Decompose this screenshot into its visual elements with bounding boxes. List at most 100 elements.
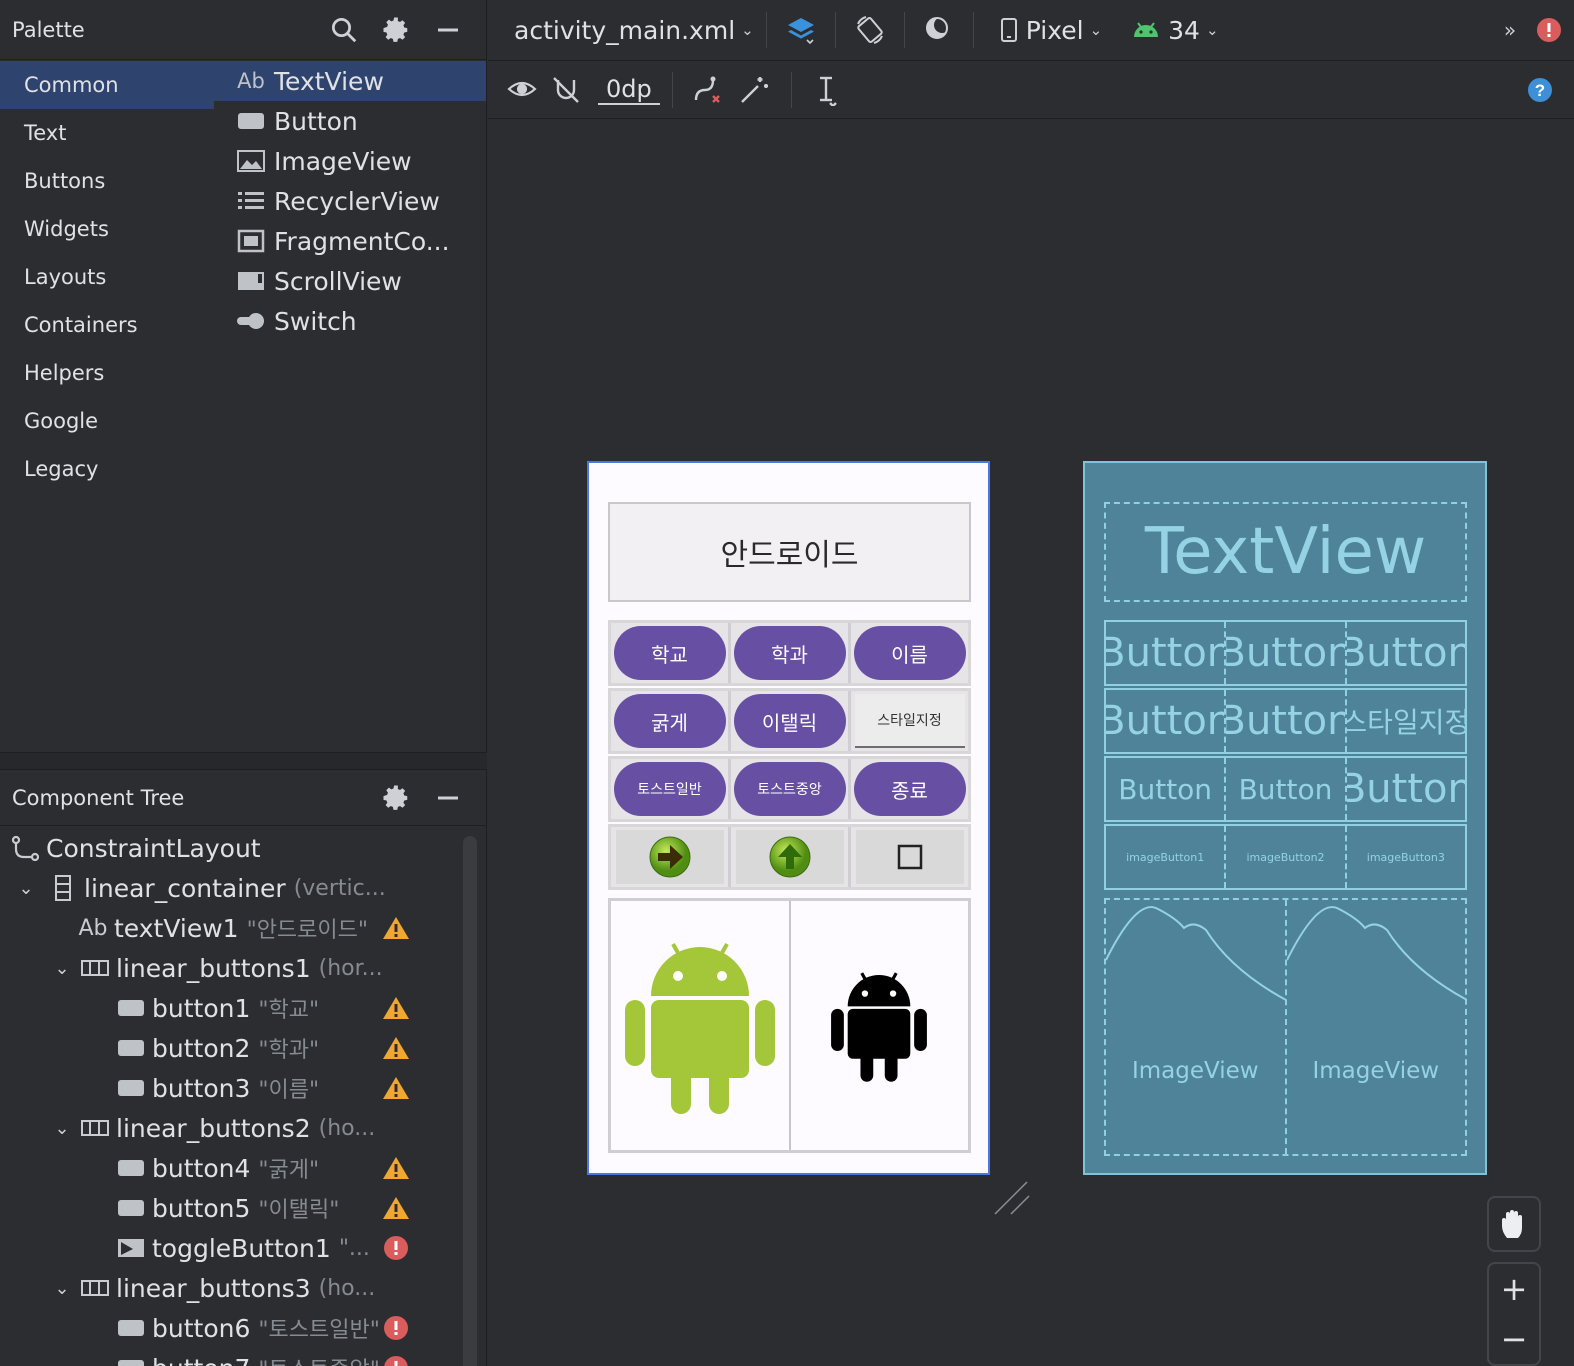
night-mode-icon[interactable] [917,10,961,50]
layers-icon[interactable] [779,10,823,50]
minimize-icon[interactable] [422,10,474,50]
pan-hand-button[interactable] [1487,1196,1541,1252]
clear-constraints-icon[interactable] [685,70,729,110]
button4-blueprint[interactable]: Button [1106,690,1227,752]
blueprint-preview[interactable]: TextView Button Button Button Button But… [1083,461,1487,1175]
gear-icon[interactable] [370,778,422,818]
button7-preview[interactable]: 토스트중앙 [733,762,846,816]
tree-row-textview1[interactable]: Ab textView1 "안드로이드" [0,908,460,948]
tree-row-button4[interactable]: button4 "굵게" [0,1148,460,1188]
default-margin-field[interactable]: 0dp [598,75,660,105]
help-icon[interactable]: ? [1518,70,1562,110]
warning-icon[interactable] [382,1155,410,1181]
resize-handle-icon[interactable] [993,1178,1033,1218]
zoom-in-icon[interactable]: + [1501,1273,1528,1305]
linear-buttons2-preview[interactable]: 굵게 이탤릭 스타일지정 [608,688,971,754]
orientation-icon[interactable] [848,10,892,50]
button1-preview[interactable]: 학교 [613,626,726,680]
linear-buttons1-preview[interactable]: 학교 학과 이름 [608,620,971,686]
button8-preview[interactable]: 종료 [853,762,966,816]
warning-icon[interactable] [382,995,410,1021]
zoom-out-icon[interactable]: − [1501,1323,1528,1355]
tree-row-button3[interactable]: button3 "이름" [0,1068,460,1108]
button5-preview[interactable]: 이탤릭 [733,694,846,748]
palette-category-layouts[interactable]: Layouts [0,253,214,301]
palette-item-fragmentcontainer[interactable]: FragmentCo... [214,221,486,261]
palette-item-scrollview[interactable]: ScrollView [214,261,486,301]
button1-blueprint[interactable]: Button [1106,622,1227,684]
align-icon[interactable] [804,70,848,110]
button3-blueprint[interactable]: Button [1347,622,1465,684]
palette-item-textview[interactable]: Ab TextView [214,61,486,101]
panel-splitter[interactable] [0,752,487,770]
palette-category-text[interactable]: Text [0,109,214,157]
error-icon[interactable] [382,1355,410,1366]
imageview1-blueprint[interactable]: ImageView [1106,900,1287,1154]
palette-category-buttons[interactable]: Buttons [0,157,214,205]
button3-preview[interactable]: 이름 [853,626,966,680]
eye-icon[interactable] [500,70,544,110]
error-icon[interactable] [382,1315,410,1341]
design-canvas[interactable]: 안드로이드 학교 학과 이름 굵게 이탤릭 스타일지정 토스트일반 토스트중앙 … [488,120,1574,1366]
chevron-down-icon[interactable]: ⌄ [50,1118,74,1139]
imageview2-blueprint[interactable]: ImageView [1286,900,1467,1154]
palette-item-imageview[interactable]: ImageView [214,141,486,181]
warning-icon[interactable] [382,1075,410,1101]
tree-row-button6[interactable]: button6 "토스트일반" [0,1308,460,1348]
tree-row-linear-buttons2[interactable]: ⌄ linear_buttons2 (ho... [0,1108,460,1148]
tree-row-linear-container[interactable]: ⌄ linear_container (vertic... [0,868,460,908]
palette-category-containers[interactable]: Containers [0,301,214,349]
api-level-selector[interactable]: 34 ⌄ [1132,16,1219,45]
palette-category-common[interactable]: Common [0,61,214,109]
tree-row-button7[interactable]: button7 "토스트중앙" [0,1348,460,1366]
error-icon[interactable] [382,1235,410,1261]
button8-blueprint[interactable]: Button [1347,758,1465,820]
togglebutton1-preview[interactable]: 스타일지정 [854,694,965,748]
imagebutton3-preview[interactable] [855,830,964,884]
button2-blueprint[interactable]: Button [1226,622,1347,684]
linear-buttons3-blueprint[interactable]: Button Button Button [1104,756,1467,822]
device-selector[interactable]: Pixel ⌄ [1000,16,1102,45]
image-buttons-blueprint[interactable]: imageButton1 imageButton2 imageButton3 [1104,824,1467,890]
palette-category-helpers[interactable]: Helpers [0,349,214,397]
palette-category-widgets[interactable]: Widgets [0,205,214,253]
magnet-off-icon[interactable] [544,70,588,110]
warning-icon[interactable] [382,915,410,941]
button6-preview[interactable]: 토스트일반 [613,762,726,816]
imagebutton1-preview[interactable] [615,830,724,884]
gear-icon[interactable] [370,10,422,50]
image-buttons-preview[interactable] [608,824,971,890]
textview1-blueprint[interactable]: TextView [1104,502,1467,602]
imagebutton3-blueprint[interactable]: imageButton3 [1347,826,1465,888]
palette-item-button[interactable]: Button [214,101,486,141]
warning-icon[interactable] [382,1195,410,1221]
imagebutton2-blueprint[interactable]: imageButton2 [1226,826,1347,888]
imagebutton1-blueprint[interactable]: imageButton1 [1106,826,1227,888]
button5-blueprint[interactable]: Button [1226,690,1347,752]
palette-category-legacy[interactable]: Legacy [0,445,214,493]
chevron-down-icon[interactable]: ⌄ [50,1278,74,1299]
tree-row-linear-buttons3[interactable]: ⌄ linear_buttons3 (ho... [0,1268,460,1308]
chevron-down-icon[interactable]: ⌄ [50,958,74,979]
palette-item-recyclerview[interactable]: RecyclerView [214,181,486,221]
tree-scrollbar[interactable] [463,836,477,1366]
file-selector[interactable]: activity_main.xml ⌄ [514,16,754,45]
palette-item-switch[interactable]: Switch [214,301,486,341]
palette-category-google[interactable]: Google [0,397,214,445]
button4-preview[interactable]: 굵게 [613,694,726,748]
magic-wand-icon[interactable] [729,70,779,110]
togglebutton1-blueprint[interactable]: 스타일지정 [1347,690,1465,752]
tree-row-linear-buttons1[interactable]: ⌄ linear_buttons1 (hor... [0,948,460,988]
button2-preview[interactable]: 학과 [733,626,846,680]
imageviews-blueprint[interactable]: ImageView ImageView [1104,898,1467,1156]
search-icon[interactable] [318,10,370,50]
overflow-icon[interactable]: » [1496,10,1524,50]
error-icon[interactable] [1524,10,1574,50]
imageview2-preview[interactable] [791,901,969,1150]
tree-row-constraintlayout[interactable]: ConstraintLayout [0,828,460,868]
design-preview[interactable]: 안드로이드 학교 학과 이름 굵게 이탤릭 스타일지정 토스트일반 토스트중앙 … [587,461,990,1175]
tree-row-button1[interactable]: button1 "학교" [0,988,460,1028]
imagebutton2-preview[interactable] [735,830,844,884]
button7-blueprint[interactable]: Button [1226,758,1347,820]
linear-buttons2-blueprint[interactable]: Button Button 스타일지정 [1104,688,1467,754]
